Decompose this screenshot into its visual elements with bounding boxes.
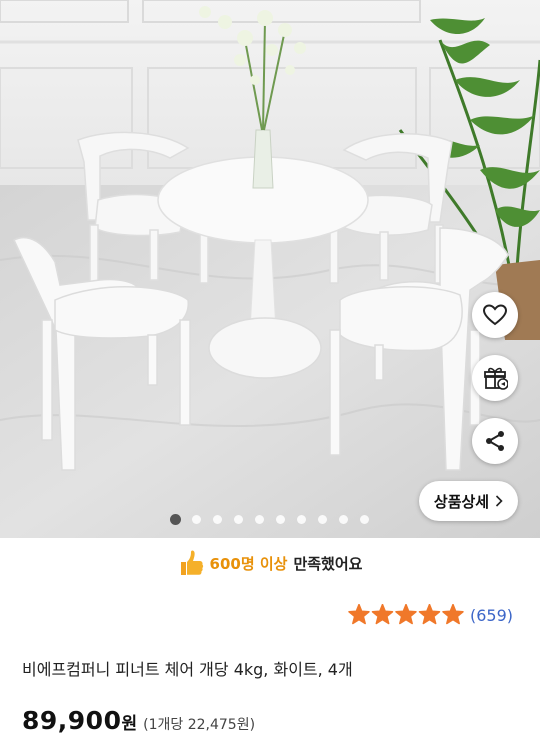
wishlist-button[interactable] — [472, 292, 518, 338]
satisfaction-count: 600명 이상 — [209, 554, 288, 573]
carousel-dot[interactable] — [318, 515, 327, 524]
rating-summary[interactable]: (659) — [348, 604, 513, 626]
share-button[interactable] — [472, 418, 518, 464]
carousel-dot[interactable] — [360, 515, 369, 524]
product-image-carousel[interactable] — [0, 0, 540, 538]
satisfaction-text: 만족했어요 — [293, 554, 363, 573]
carousel-dot[interactable] — [192, 515, 201, 524]
heart-icon — [482, 304, 508, 326]
carousel-dot[interactable] — [339, 515, 348, 524]
star-icon — [348, 604, 370, 625]
review-count-link[interactable]: (659) — [470, 606, 513, 625]
star-icon — [442, 604, 464, 625]
price-row: 89,900 원 (1개당 22,475원) — [22, 706, 255, 735]
gift-icon — [484, 367, 508, 390]
product-image — [0, 0, 540, 538]
thumbs-up-icon — [180, 550, 203, 575]
carousel-dot[interactable] — [255, 515, 264, 524]
chevron-right-icon — [496, 495, 503, 507]
carousel-dot[interactable] — [213, 515, 222, 524]
carousel-dot[interactable] — [297, 515, 306, 524]
product-detail-label: 상품상세 — [433, 492, 490, 511]
carousel-dot[interactable] — [276, 515, 285, 524]
gift-button[interactable] — [472, 355, 518, 401]
carousel-dot[interactable] — [234, 515, 243, 524]
satisfaction-banner: 600명 이상 만족했어요 — [0, 539, 540, 587]
unit-price: (1개당 22,475원) — [143, 717, 256, 733]
star-icon — [371, 604, 394, 625]
star-icon — [395, 604, 417, 625]
currency-label: 원 — [121, 714, 138, 734]
carousel-indicator — [0, 514, 540, 529]
product-title: 비에프컴퍼니 피너트 체어 개당 4kg, 화이트, 4개 — [22, 660, 353, 679]
share-icon — [486, 431, 504, 451]
carousel-dot[interactable] — [170, 514, 181, 525]
sale-price: 89,900 — [22, 706, 122, 735]
star-rating — [348, 604, 464, 625]
star-icon — [418, 604, 441, 625]
